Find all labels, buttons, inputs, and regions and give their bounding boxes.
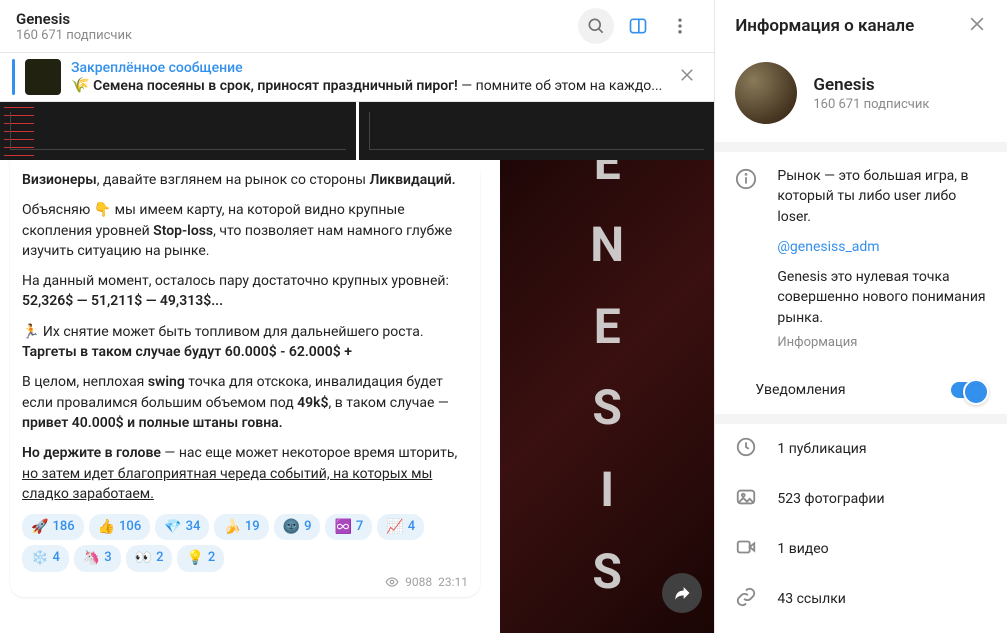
sidebar-toggle-button[interactable] xyxy=(620,8,656,44)
clock-icon xyxy=(735,436,757,458)
reaction-button[interactable]: 🍌19 xyxy=(214,514,268,540)
chart-image-2[interactable] xyxy=(359,102,715,160)
more-vertical-icon xyxy=(670,16,690,36)
profile-block[interactable]: Genesis 160 671 подписчик xyxy=(715,52,1007,142)
pinned-indicator xyxy=(12,59,15,95)
reaction-button[interactable]: 🌚9 xyxy=(274,514,321,540)
info-panel: Информация о канале Genesis 160 671 подп… xyxy=(714,0,1007,633)
bio-line-1: Рынок — это большая игра, в который ты л… xyxy=(777,166,987,227)
notifications-row[interactable]: Уведомления xyxy=(715,367,1007,414)
chart-image-1[interactable] xyxy=(0,102,356,160)
reaction-button[interactable]: ♾️7 xyxy=(325,514,372,540)
avatar[interactable] xyxy=(735,62,797,124)
message-attachments[interactable] xyxy=(0,102,714,160)
message-paragraph: Объясняю 👇 мы имеем карту, на которой ви… xyxy=(22,200,468,261)
close-icon xyxy=(678,66,696,84)
reaction-button[interactable]: 👍106 xyxy=(89,514,151,540)
bio-meta: Информация xyxy=(777,334,987,353)
reaction-button[interactable]: ❄️4 xyxy=(22,545,69,571)
reaction-button[interactable]: 💎34 xyxy=(155,514,209,540)
panel-icon xyxy=(628,16,648,36)
chat-header-info[interactable]: Genesis 160 671 подписчик xyxy=(16,10,578,43)
more-button[interactable] xyxy=(662,8,698,44)
info-panel-title: Информация о канале xyxy=(735,16,914,36)
notifications-toggle[interactable] xyxy=(951,382,987,398)
pinned-title: Закреплённое сообщение xyxy=(71,60,662,76)
reactions-bar: 🚀186👍106💎34🍌19🌚9♾️7📈4 ❄️4🦄3👀2💡2 xyxy=(22,514,468,572)
message-bubble[interactable]: Визионеры, давайте взглянем на рынок со … xyxy=(10,160,480,597)
message-paragraph: На данный момент, осталось пару достаточ… xyxy=(22,271,468,312)
message-meta: 9088 23:11 xyxy=(22,574,468,591)
message-paragraph: Но держите в голове — нас еще может неко… xyxy=(22,443,468,504)
profile-name: Genesis xyxy=(813,75,929,95)
pinned-message[interactable]: Закреплённое сообщение 🌾 Семена посеяны … xyxy=(0,53,714,102)
message-paragraph: Визионеры, давайте взглянем на рынок со … xyxy=(22,170,468,190)
image-icon xyxy=(735,486,757,508)
reaction-button[interactable]: 🦄3 xyxy=(74,545,121,571)
stat-links[interactable]: 43 ссылки xyxy=(715,574,1007,624)
chat-content: ENESIS Визионеры, давайте взглянем на ры… xyxy=(0,102,714,633)
bio-line-2: Genesis это нулевая точка совершенно нов… xyxy=(777,267,987,328)
stat-photos[interactable]: 523 фотографии xyxy=(715,474,1007,524)
message-paragraph: В целом, неплохая swing точка для отскок… xyxy=(22,372,468,433)
chat-header: Genesis 160 671 подписчик xyxy=(0,0,714,53)
views-count: 9088 xyxy=(405,574,432,591)
reaction-button[interactable]: 📈4 xyxy=(377,514,424,540)
profile-subscribers: 160 671 подписчик xyxy=(813,97,929,112)
message-paragraph: 🏃 Их снятие может быть топливом для даль… xyxy=(22,322,468,363)
reaction-button[interactable]: 👀2 xyxy=(126,545,173,571)
admin-link[interactable]: @genesiss_adm xyxy=(777,237,987,257)
search-icon xyxy=(586,16,606,36)
search-button[interactable] xyxy=(578,8,614,44)
reaction-button[interactable]: 💡2 xyxy=(177,545,224,571)
stat-video[interactable]: 1 видео xyxy=(715,524,1007,574)
info-close-button[interactable] xyxy=(967,14,987,38)
pinned-close-button[interactable] xyxy=(672,60,702,95)
pinned-body: 🌾 Семена посеяны в срок, приносят праздн… xyxy=(71,76,662,94)
stat-publications[interactable]: 1 публикация xyxy=(715,424,1007,474)
views-icon xyxy=(385,575,399,589)
video-icon xyxy=(735,536,757,558)
reaction-button[interactable]: 🚀186 xyxy=(22,514,84,540)
info-bio-row: Рынок — это большая игра, в который ты л… xyxy=(715,152,1007,367)
chat-subscribers: 160 671 подписчик xyxy=(16,28,578,43)
info-icon xyxy=(735,168,757,190)
chat-title: Genesis xyxy=(16,10,578,28)
pinned-thumbnail xyxy=(25,59,61,95)
message-time: 23:11 xyxy=(438,574,468,591)
close-icon xyxy=(967,14,987,34)
notifications-label: Уведомления xyxy=(755,382,931,398)
link-icon xyxy=(735,586,757,608)
